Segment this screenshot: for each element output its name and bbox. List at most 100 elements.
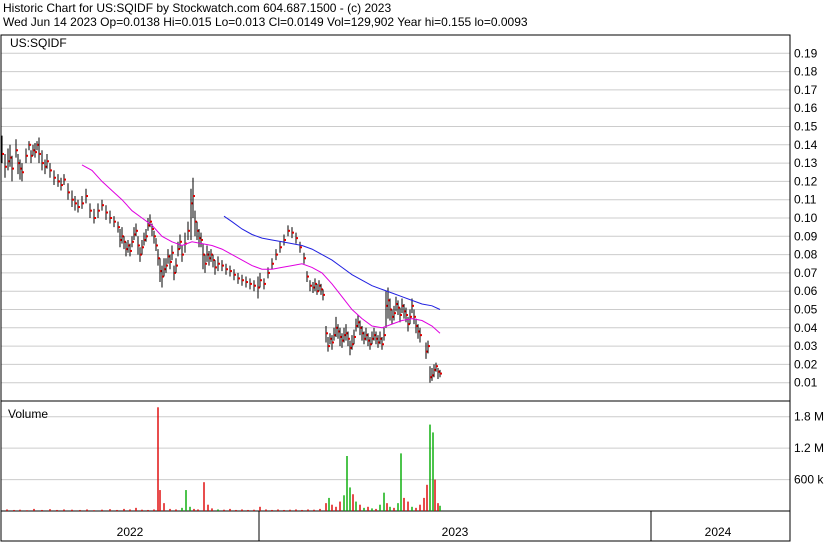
price-close-mark [86,195,88,198]
price-axis-labels: 0.19 0.18 0.17 0.16 0.15 0.14 0.13 0.12 0.11 0.10… [794,46,818,389]
price-close-mark [436,365,438,368]
price-close-mark [246,281,248,284]
price-tick-label: 0.10 [794,211,818,225]
volume-panel-title: Volume [8,407,48,421]
price-close-mark [146,235,148,238]
price-tick-label: 0.13 [794,156,818,170]
volume-panel-frame [0,400,791,512]
price-close-mark [304,257,306,260]
price-close-mark [238,277,240,280]
price-close-mark [300,246,302,249]
price-close-mark [42,162,44,165]
price-tick-label: 0.19 [794,46,818,60]
price-close-mark [72,198,74,201]
price-close-mark [102,204,104,207]
price-close-mark [288,229,290,232]
price-close-mark [64,178,66,181]
price-close-mark [75,202,77,205]
price-tick-label: 0.08 [794,248,818,262]
price-close-mark [5,165,7,168]
price-close-mark [118,226,120,229]
price-close-mark [12,167,14,170]
price-close-mark [78,206,80,209]
price-close-mark [47,160,49,163]
price-close-mark [276,253,278,256]
price-close-mark [201,238,203,241]
price-close-mark [166,264,168,267]
price-close-mark [400,313,402,316]
price-tick-label: 0.04 [794,321,818,335]
price-close-mark [138,244,140,247]
volume-tick-label: 1.2 M [794,441,824,455]
price-close-mark [420,334,422,337]
price-close-mark [354,335,356,338]
price-close-mark [264,282,266,285]
price-close-mark [205,262,207,265]
price-close-mark [234,273,236,276]
price-close-mark [440,372,442,375]
price-close-mark [136,229,138,232]
price-close-mark [188,229,190,232]
price-tick-label: 0.09 [794,229,818,243]
price-close-mark [182,253,184,256]
price-close-mark [90,209,92,212]
price-close-mark [218,262,220,265]
price-close-mark [29,143,31,146]
price-close-mark [98,209,100,212]
price-tick-label: 0.01 [794,376,818,390]
price-close-mark [222,264,224,267]
price-close-mark [382,343,384,346]
price-close-mark [170,260,172,263]
price-close-mark [154,235,156,238]
price-close-mark [226,268,228,271]
price-close-mark [254,284,256,287]
price-close-mark [172,251,174,254]
price-close-mark [2,152,4,155]
price-tick-label: 0.15 [794,120,818,134]
price-close-mark [410,315,412,318]
price-close-mark [22,171,24,174]
price-close-mark [50,169,52,172]
price-close-mark [328,345,330,348]
price-close-mark [61,184,63,187]
price-close-mark [260,279,262,282]
price-close-mark [82,202,84,205]
price-tick-label: 0.17 [794,83,818,97]
price-close-mark [296,237,298,240]
price-tick-label: 0.07 [794,266,818,280]
price-close-mark [412,304,414,307]
price-close-mark [150,220,152,223]
volume-tick-label: 600 k [794,473,824,487]
price-tick-label: 0.18 [794,65,818,79]
price-close-mark [394,312,396,315]
price-close-mark [242,279,244,282]
price-tick-label: 0.11 [794,193,817,207]
price-tick-label: 0.16 [794,101,818,115]
price-close-mark [215,266,217,269]
price-close-mark [384,334,386,337]
grid-lines [1,52,790,481]
price-close-mark [35,151,37,154]
price-close-mark [193,195,195,198]
price-close-mark [323,293,325,296]
price-close-mark [132,240,134,243]
volume-bars [6,407,441,511]
price-close-mark [250,282,252,285]
price-tick-label: 0.12 [794,174,818,188]
price-close-mark [280,246,282,249]
price-close-mark [414,315,416,318]
price-tick-label: 0.06 [794,284,818,298]
price-tick-label: 0.05 [794,303,818,317]
price-close-mark [332,341,334,344]
stock-chart: US:SQIDF Volume 0.19 0.18 0.17 0.16 0.15 0.14… [0,34,824,542]
price-close-mark [268,271,270,274]
price-close-mark [230,270,232,273]
price-close-mark [106,211,108,214]
price-close-mark [94,217,96,219]
price-close-mark [39,152,41,155]
price-tick-label: 0.02 [794,357,818,371]
price-close-mark [307,275,309,278]
price-close-mark [142,246,144,249]
price-close-mark [272,262,274,265]
price-tick-label: 0.03 [794,339,818,353]
